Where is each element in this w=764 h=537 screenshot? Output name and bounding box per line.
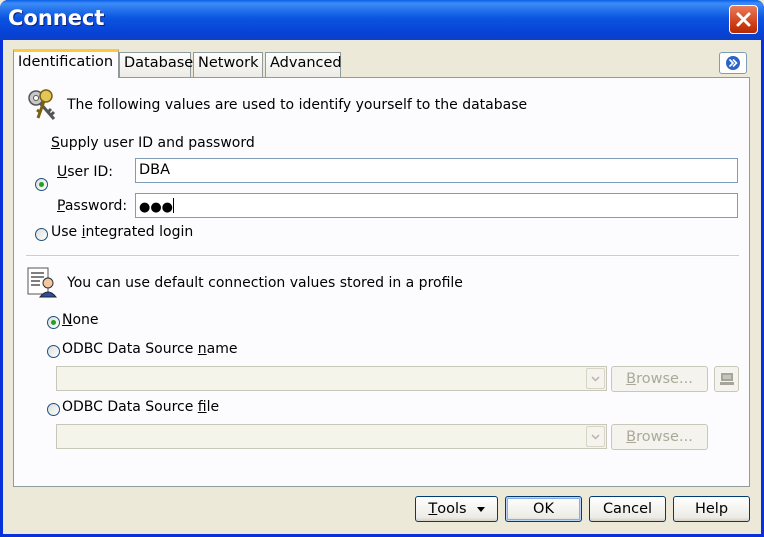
profile-none-radio[interactable]: [47, 316, 60, 329]
tab-label: Network: [198, 55, 259, 71]
browse-dsn-file-button[interactable]: Browse...: [611, 424, 708, 450]
integrated-login-radio[interactable]: [35, 228, 48, 241]
caret-down-icon: [476, 506, 485, 512]
tab-label: Advanced: [270, 55, 342, 71]
user-id-input[interactable]: DBA: [135, 158, 738, 183]
tools-menu-button[interactable]: Tools: [415, 496, 498, 522]
integrated-login-label[interactable]: Use integrated login: [51, 224, 193, 240]
text-caret: [173, 198, 175, 213]
window-title: Connect: [8, 6, 105, 30]
cancel-button[interactable]: Cancel: [589, 496, 666, 522]
dropdown-arrow-button[interactable]: [586, 368, 605, 389]
chevron-down-icon: [591, 375, 600, 382]
password-input[interactable]: ●●●: [135, 193, 738, 218]
section-divider: [26, 255, 739, 257]
odbc-dsn-file-label[interactable]: ODBC Data Source file: [62, 399, 219, 415]
help-button[interactable]: Help: [673, 496, 750, 522]
odbc-dsn-name-radio[interactable]: [47, 345, 60, 358]
odbc-dsn-file-radio[interactable]: [47, 403, 60, 416]
browse-dsn-name-button[interactable]: Browse...: [611, 366, 708, 392]
keys-icon: [28, 89, 56, 120]
tab-advanced[interactable]: Advanced: [265, 52, 342, 77]
odbc-dsn-name-select[interactable]: [56, 366, 607, 391]
close-button[interactable]: [729, 5, 758, 34]
tools-accel: T: [428, 501, 438, 517]
user-id-value: DBA: [139, 162, 171, 178]
password-masked-value: ●●●: [139, 200, 174, 215]
tab-network[interactable]: Network: [193, 52, 263, 77]
odbc-admin-button[interactable]: [714, 366, 739, 392]
expand-button[interactable]: [719, 52, 747, 74]
title-bar[interactable]: Connect: [0, 0, 764, 40]
profile-description: You can use default connection values st…: [67, 275, 463, 291]
connect-window: Connect Identification Database Network …: [0, 0, 764, 537]
profile-none-label[interactable]: None: [62, 312, 99, 328]
chevron-down-icon: [591, 433, 600, 440]
odbc-dsn-name-label[interactable]: ODBC Data Source name: [62, 341, 238, 357]
tab-identification[interactable]: Identification: [13, 49, 119, 78]
identification-description: The following values are used to identif…: [67, 97, 528, 113]
identification-panel: The following values are used to identif…: [13, 77, 750, 487]
tab-database[interactable]: Database: [119, 52, 194, 77]
tools-label: ools: [437, 501, 467, 517]
odbc-dsn-file-select[interactable]: [56, 424, 607, 449]
double-chevron-right-icon: [726, 56, 740, 70]
tab-label: Database: [124, 55, 194, 71]
tab-label: Identification: [18, 54, 114, 70]
ok-button[interactable]: OK: [505, 496, 582, 522]
dropdown-arrow-button[interactable]: [586, 426, 605, 447]
profile-card-icon: [27, 267, 58, 298]
password-label: Password:: [57, 198, 128, 214]
dialog-client-area: Identification Database Network Advanced: [3, 40, 761, 534]
supply-credentials-label[interactable]: Supply user ID and password: [51, 135, 255, 151]
user-id-label: User ID:: [57, 164, 113, 180]
close-icon: [736, 12, 751, 27]
supply-credentials-radio[interactable]: [35, 178, 48, 191]
odbc-admin-icon: [719, 373, 734, 385]
